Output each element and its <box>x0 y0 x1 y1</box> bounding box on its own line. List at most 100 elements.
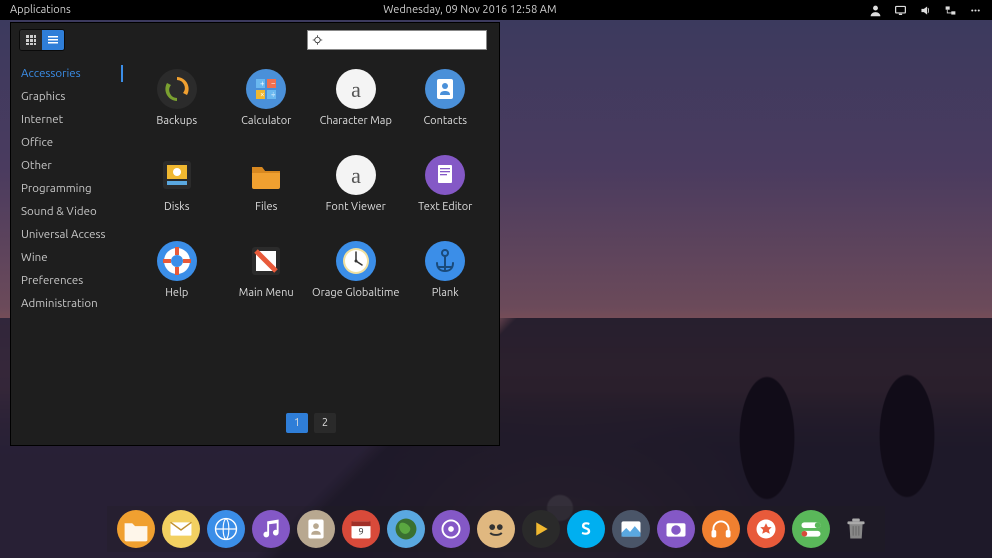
view-toggle <box>19 29 65 51</box>
help-icon <box>157 241 197 281</box>
app-fontviewer[interactable]: a Font Viewer <box>312 155 400 213</box>
dock-camera[interactable] <box>657 510 695 548</box>
dock-contacts[interactable] <box>297 510 335 548</box>
list-view-button[interactable] <box>42 30 64 50</box>
mail-icon <box>162 510 200 548</box>
earth-icon <box>387 510 425 548</box>
dock-games[interactable] <box>477 510 515 548</box>
search-input[interactable] <box>327 34 482 46</box>
contacts-icon <box>425 69 465 109</box>
user-icon[interactable] <box>869 4 882 17</box>
grid-view-button[interactable] <box>20 30 42 50</box>
contacts-icon <box>297 510 335 548</box>
dock-audio[interactable] <box>702 510 740 548</box>
category-accessories[interactable]: Accessories <box>11 63 121 84</box>
category-programming[interactable]: Programming <box>11 178 121 199</box>
app-label: Text Editor <box>418 201 472 213</box>
category-wine[interactable]: Wine <box>11 247 121 268</box>
top-panel: Applications Wednesday, 09 Nov 2016 12:5… <box>0 0 992 20</box>
anchor-icon <box>425 241 465 281</box>
dock-video[interactable] <box>522 510 560 548</box>
app-label: Backups <box>156 115 197 127</box>
category-internet[interactable]: Internet <box>11 109 121 130</box>
app-charmap[interactable]: aCharacter Map <box>312 69 400 127</box>
photos-icon <box>612 510 650 548</box>
files-icon <box>246 155 286 195</box>
backups-icon <box>157 69 197 109</box>
dock-earth[interactable] <box>387 510 425 548</box>
network-icon[interactable] <box>944 4 957 17</box>
app-disks[interactable]: Disks <box>133 155 221 213</box>
disks-icon <box>157 155 197 195</box>
app-label: Main Menu <box>239 287 294 299</box>
app-label: Files <box>255 201 277 213</box>
category-administration[interactable]: Administration <box>11 293 121 314</box>
dock-system[interactable] <box>432 510 470 548</box>
volume-icon[interactable] <box>919 4 932 17</box>
dock-skype[interactable]: S <box>567 510 605 548</box>
headphones-icon <box>702 510 740 548</box>
music-icon <box>252 510 290 548</box>
category-universal-access[interactable]: Universal Access <box>11 224 121 245</box>
mainmenu-icon <box>246 241 286 281</box>
dock-settings[interactable] <box>792 510 830 548</box>
pager: 12 <box>133 401 489 445</box>
calculator-icon: +−× ÷ <box>246 69 286 109</box>
category-sound-video[interactable]: Sound & Video <box>11 201 121 222</box>
dock-web[interactable] <box>207 510 245 548</box>
globe-icon <box>207 510 245 548</box>
display-icon[interactable] <box>894 4 907 17</box>
app-label: Disks <box>164 201 190 213</box>
category-office[interactable]: Office <box>11 132 121 153</box>
category-other[interactable]: Other <box>11 155 121 176</box>
category-list: AccessoriesGraphicsInternetOfficeOtherPr… <box>11 57 123 445</box>
page-2-button[interactable]: 2 <box>314 413 336 433</box>
svg-text:+: + <box>260 79 265 88</box>
clock-label[interactable]: Wednesday, 09 Nov 2016 12:58 AM <box>383 4 556 16</box>
app-label: Orage Globaltime <box>312 287 399 299</box>
software-icon <box>747 510 785 548</box>
dock-music[interactable] <box>252 510 290 548</box>
page-1-button[interactable]: 1 <box>286 413 308 433</box>
app-mainmenu[interactable]: Main Menu <box>223 241 311 299</box>
dock-mail[interactable] <box>162 510 200 548</box>
clock-icon <box>336 241 376 281</box>
dock-calendar[interactable]: 9 <box>342 510 380 548</box>
app-plank[interactable]: Plank <box>402 241 490 299</box>
dock-photos[interactable] <box>612 510 650 548</box>
app-label: Calculator <box>241 115 291 127</box>
video-icon <box>522 510 560 548</box>
dock-trash[interactable] <box>837 510 875 548</box>
svg-text:a: a <box>351 163 361 188</box>
target-icon <box>312 34 323 46</box>
dock-software[interactable] <box>747 510 785 548</box>
svg-text:×: × <box>260 90 265 99</box>
camera-icon <box>657 510 695 548</box>
app-label: Character Map <box>320 115 392 127</box>
more-icon[interactable] <box>969 4 982 17</box>
app-calculator[interactable]: +−× ÷ Calculator <box>223 69 311 127</box>
app-contacts[interactable]: Contacts <box>402 69 490 127</box>
dock-files[interactable] <box>117 510 155 548</box>
skype-icon: S <box>567 510 605 548</box>
app-orage[interactable]: Orage Globaltime <box>312 241 400 299</box>
search-box[interactable] <box>307 30 487 50</box>
applications-menu-button[interactable]: Applications <box>10 4 71 16</box>
app-help[interactable]: Help <box>133 241 221 299</box>
app-texteditor[interactable]: Text Editor <box>402 155 490 213</box>
trash-icon <box>837 510 875 548</box>
app-files[interactable]: Files <box>223 155 311 213</box>
dock: 9S <box>107 506 885 552</box>
app-backups[interactable]: Backups <box>133 69 221 127</box>
texteditor-icon <box>425 155 465 195</box>
svg-text:÷: ÷ <box>271 90 276 99</box>
app-label: Font Viewer <box>326 201 386 213</box>
category-graphics[interactable]: Graphics <box>11 86 121 107</box>
svg-text:−: − <box>271 79 276 88</box>
svg-text:9: 9 <box>358 526 363 537</box>
app-label: Plank <box>432 287 459 299</box>
svg-text:S: S <box>581 520 591 539</box>
system-icon <box>432 510 470 548</box>
toggles-icon <box>792 510 830 548</box>
category-preferences[interactable]: Preferences <box>11 270 121 291</box>
